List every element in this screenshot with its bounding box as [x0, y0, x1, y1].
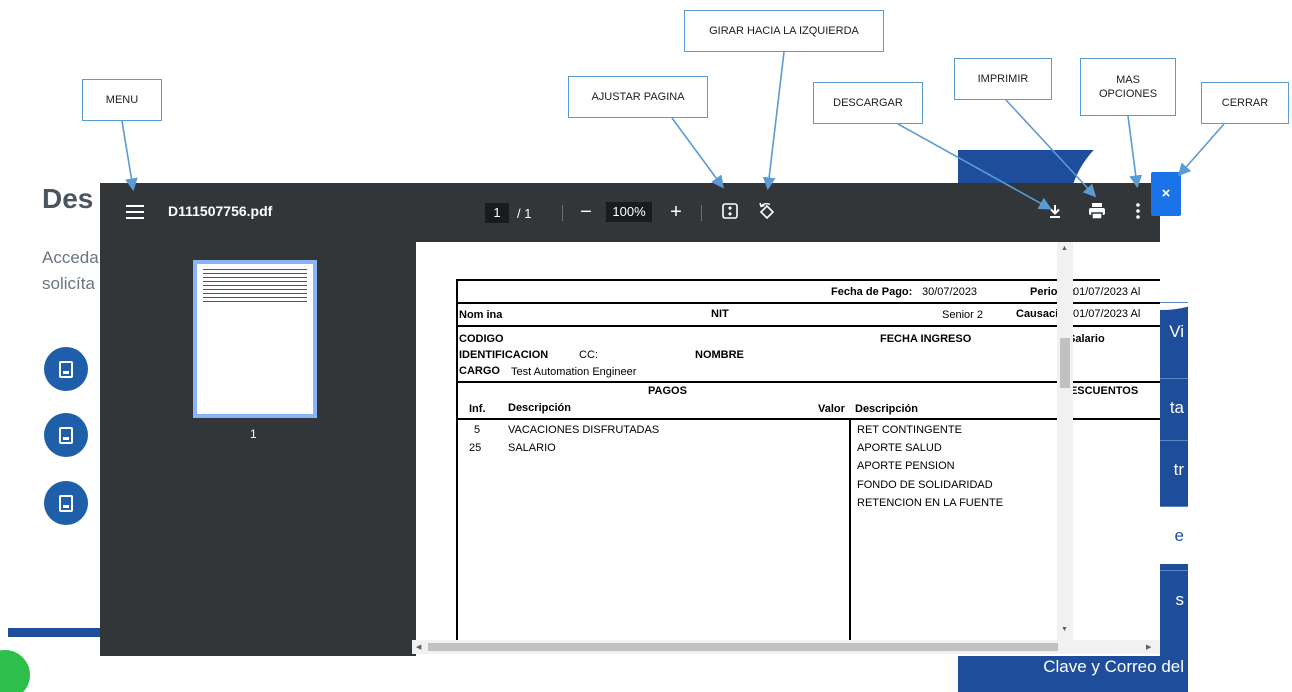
identificacion-label: IDENTIFICACION [459, 349, 549, 361]
vertical-scrollbar-thumb[interactable] [1060, 338, 1070, 388]
descuento-item: RETENCION EN LA FUENTE [857, 497, 1004, 509]
descuento-item: APORTE PENSION [857, 460, 955, 472]
annotation-descargar: DESCARGAR [813, 82, 923, 124]
annotation-imprimir: IMPRIMIR [954, 58, 1052, 100]
page-thumbnail[interactable] [193, 260, 317, 418]
valor-header: Valor [818, 403, 845, 415]
page-total: / 1 [517, 205, 532, 221]
annotation-mas-opciones: MAS OPCIONES [1080, 58, 1176, 116]
inf-header: Inf. [469, 403, 486, 415]
nomina-label: Nom ina [459, 309, 503, 321]
codigo-label: CODIGO [459, 333, 504, 345]
cc-label: CC: [579, 349, 598, 361]
senior-value: Senior 2 [942, 309, 983, 321]
viewer-toolbar: D111507756.pdf 1 / 1 − 100% + [100, 183, 1160, 242]
book-icon[interactable] [44, 347, 88, 391]
nombre-label: NOMBRE [695, 349, 744, 361]
background-text-line1: Acceda [42, 248, 99, 267]
table-line [456, 325, 1160, 327]
pagos-desc: SALARIO [508, 442, 556, 454]
pagos-label: PAGOS [648, 385, 687, 397]
descuento-item: RET CONTINGENTE [857, 424, 962, 436]
background-text-line2: solicíta [42, 274, 95, 293]
book-icon[interactable] [44, 481, 88, 525]
horizontal-scrollbar[interactable]: ◀ ▶ [412, 640, 1160, 654]
screen: Des Acceda solicíta Vi ta tr e s Clave y… [0, 0, 1292, 692]
zoom-input[interactable]: 100% [606, 202, 652, 222]
table-line [456, 302, 1160, 304]
zoom-out-button[interactable]: − [576, 202, 596, 224]
print-icon[interactable] [1085, 202, 1109, 224]
book-icon[interactable] [44, 413, 88, 457]
rotate-left-icon[interactable] [756, 202, 778, 224]
salario-label: Salario [1068, 333, 1105, 345]
vertical-scrollbar[interactable]: ▲ ▼ [1057, 242, 1073, 640]
cargo-label: CARGO [459, 365, 500, 377]
hamburger-menu-icon[interactable] [126, 205, 144, 219]
descuento-item: FONDO DE SOLIDARIDAD [857, 479, 993, 491]
background-bar [8, 628, 108, 637]
table-line [456, 279, 1160, 281]
table-line [456, 381, 1160, 383]
table-line [456, 279, 458, 640]
pagos-inf: 5 [474, 424, 481, 436]
fit-page-icon[interactable] [719, 202, 741, 224]
page-number-input[interactable]: 1 [485, 203, 509, 223]
descripcion-header-2: Descripción [855, 403, 918, 415]
background-title: Des [42, 183, 94, 214]
payslip: Fecha de Pago: 30/07/2023 Periodo: 01/07… [456, 279, 1160, 640]
table-line [849, 420, 851, 640]
whatsapp-icon[interactable] [0, 650, 30, 692]
fecha-pago-label: Fecha de Pago: [831, 286, 913, 298]
annotation-ajustar-pagina: AJUSTAR PAGINA [568, 76, 708, 118]
table-line [456, 418, 1160, 420]
panel-bottom-text[interactable]: Clave y Correo del [958, 652, 1188, 692]
more-vert-icon[interactable] [1128, 202, 1148, 224]
causacion-value: 01/07/2023 Al [1073, 308, 1141, 320]
toolbar-divider [701, 205, 702, 221]
annotation-menu: MENU [82, 79, 162, 121]
toolbar-divider [562, 205, 563, 221]
pagos-desc: VACACIONES DISFRUTADAS [508, 424, 660, 436]
descuentos-label: DESCUENTOS [1062, 385, 1139, 397]
thumbnail-page-number: 1 [250, 427, 257, 441]
fecha-pago-value: 30/07/2023 [922, 286, 978, 298]
close-button[interactable]: × [1151, 172, 1181, 216]
zoom-in-button[interactable]: + [666, 202, 686, 224]
file-name: D111507756.pdf [168, 203, 273, 219]
descuento-item: APORTE SALUD [857, 442, 942, 454]
cargo-value: Test Automation Engineer [511, 366, 637, 378]
page-indicator: 1 / 1 [485, 202, 539, 224]
pdf-page: Fecha de Pago: 30/07/2023 Periodo: 01/07… [416, 242, 1160, 640]
descripcion-header: Descripción [508, 402, 571, 414]
download-icon[interactable] [1044, 202, 1066, 224]
annotation-girar: GIRAR HACIA LA IZQUIERDA [684, 10, 884, 52]
annotation-cerrar: CERRAR [1201, 82, 1289, 124]
nit-label: NIT [711, 308, 729, 320]
fecha-ingreso-label: FECHA INGRESO [880, 333, 972, 345]
thumbnail-sidebar: 1 [100, 242, 416, 656]
horizontal-scrollbar-thumb[interactable] [428, 643, 1058, 651]
periodo-value: 01/07/2023 Al [1073, 286, 1141, 298]
pagos-inf: 25 [469, 442, 482, 454]
